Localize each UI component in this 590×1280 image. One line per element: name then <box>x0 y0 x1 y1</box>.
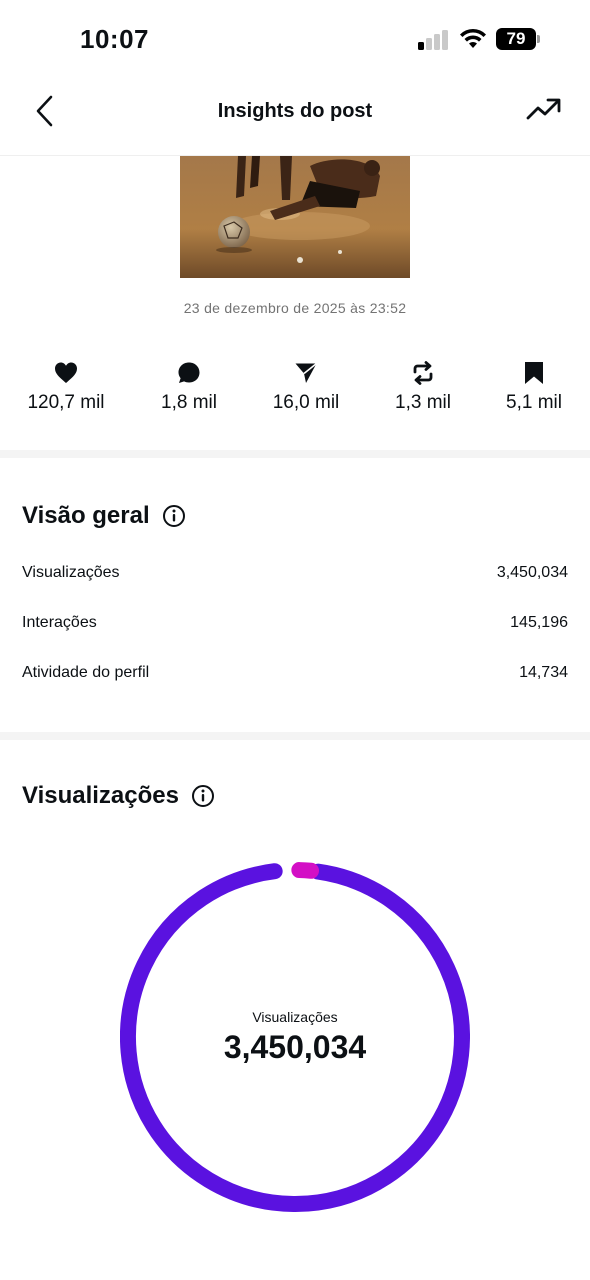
status-time: 10:07 <box>80 24 149 54</box>
metric-shares: 16,0 mil <box>251 360 361 414</box>
status-bar: 10:07 79 <box>0 0 590 80</box>
battery-icon: 79 <box>496 28 540 50</box>
trending-up-icon[interactable] <box>526 96 562 124</box>
overview-row-views: Visualizações 3,450,034 <box>22 564 568 588</box>
row-value: 145,196 <box>510 614 568 631</box>
overview-row-interactions: Interações 145,196 <box>22 614 568 638</box>
donut-center-value: 3,450,034 <box>223 1028 367 1065</box>
nav-header: Insights do post <box>0 80 590 156</box>
section-divider <box>0 732 590 740</box>
info-icon[interactable] <box>191 784 215 808</box>
post-thumbnail[interactable] <box>180 156 410 278</box>
section-divider <box>0 450 590 458</box>
donut-center: Visualizações 3,450,034 <box>120 862 470 1212</box>
metric-value: 1,8 mil <box>161 392 217 413</box>
battery-level: 79 <box>496 28 536 50</box>
heart-icon <box>55 362 77 383</box>
row-label: Interações <box>22 614 97 631</box>
wifi-icon <box>460 28 486 48</box>
metric-likes: 120,7 mil <box>11 360 121 414</box>
overview-section-title: Visão geral <box>22 502 186 530</box>
metric-value: 16,0 mil <box>272 392 340 413</box>
metric-reposts: 1,3 mil <box>368 360 478 414</box>
views-title: Visualizações <box>22 782 179 809</box>
overview-row-profile-activity: Atividade do perfil 14,734 <box>22 664 568 688</box>
bookmark-icon <box>525 362 543 384</box>
post-date: 23 de dezembro de 2025 às 23:52 <box>183 300 407 316</box>
metric-value: 120,7 mil <box>27 392 105 413</box>
donut-center-label: Visualizações <box>252 1008 338 1025</box>
page-title: Insights do post <box>217 100 373 122</box>
metric-value: 5,1 mil <box>506 392 562 413</box>
comment-icon <box>178 362 200 383</box>
info-icon[interactable] <box>162 504 186 528</box>
row-value: 3,450,034 <box>496 564 568 581</box>
metric-comments: 1,8 mil <box>134 360 244 414</box>
repost-icon <box>413 361 433 385</box>
row-label: Visualizações <box>22 564 120 581</box>
metric-saves: 5,1 mil <box>479 360 589 414</box>
metric-value: 1,3 mil <box>395 392 451 413</box>
views-section-title: Visualizações <box>22 782 215 810</box>
share-icon <box>295 362 317 383</box>
cellular-signal-icon <box>418 30 450 50</box>
row-label: Atividade do perfil <box>22 664 150 681</box>
overview-title: Visão geral <box>22 502 150 529</box>
metrics-row: 120,7 mil 1,8 mil 16,0 mil 1,3 mil 5,1 m… <box>0 360 590 420</box>
row-value: 14,734 <box>519 664 568 681</box>
